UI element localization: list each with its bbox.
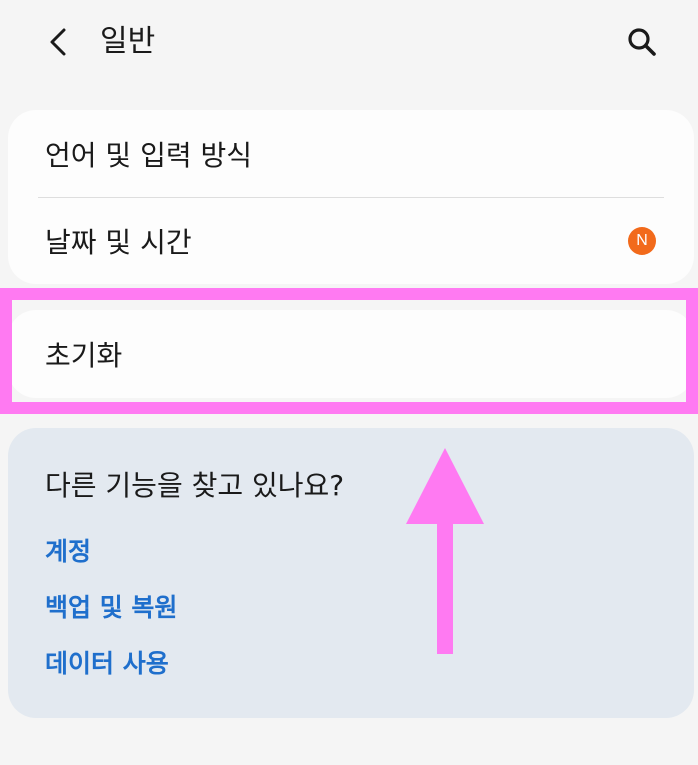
reset-card: 초기화 — [8, 310, 694, 398]
suggestions-title: 다른 기능을 찾고 있나요? — [45, 469, 345, 502]
link-data-usage[interactable]: 데이터 사용 — [45, 644, 169, 680]
top-app-bar: 일반 — [0, 0, 698, 84]
settings-item-date-time[interactable]: 날짜 및 시간 N — [8, 198, 694, 284]
chevron-left-icon — [50, 28, 66, 56]
settings-card: 언어 및 입력 방식 날짜 및 시간 N — [8, 110, 694, 284]
suggestions-card: 다른 기능을 찾고 있나요? 계정 백업 및 복원 데이터 사용 — [8, 428, 694, 718]
page-title: 일반 — [100, 24, 156, 59]
settings-item-label: 초기화 — [45, 339, 123, 372]
settings-item-reset[interactable]: 초기화 — [8, 310, 694, 398]
link-account[interactable]: 계정 — [45, 532, 91, 568]
settings-item-label: 언어 및 입력 방식 — [45, 138, 253, 172]
up-arrow-icon — [406, 448, 484, 654]
settings-item-language-input[interactable]: 언어 및 입력 방식 — [8, 110, 694, 197]
search-button[interactable] — [620, 20, 664, 64]
search-icon — [628, 28, 656, 56]
back-button[interactable] — [36, 20, 80, 64]
settings-item-label: 날짜 및 시간 — [45, 226, 192, 259]
new-badge: N — [628, 227, 656, 255]
link-backup-restore[interactable]: 백업 및 복원 — [45, 588, 177, 624]
